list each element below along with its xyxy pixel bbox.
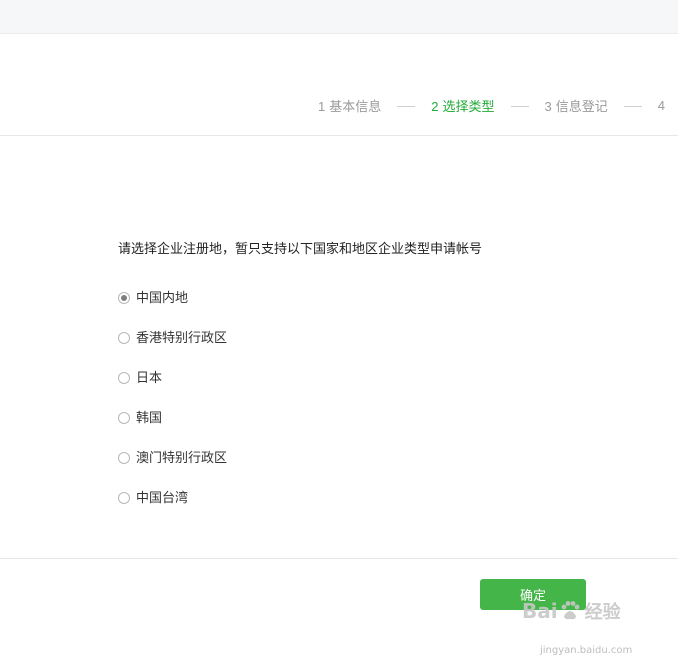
watermark-suffix: 经验 — [584, 602, 621, 623]
watermark-prefix: Bai — [522, 599, 558, 623]
step-4-number: 4 — [657, 97, 665, 113]
top-bar — [0, 0, 678, 34]
radio-option-hongkong[interactable]: 香港特别行政区 — [118, 330, 227, 370]
paw-icon — [561, 601, 580, 620]
step-1: 1 基本信息 — [318, 96, 381, 115]
step-2: 2 选择类型 — [431, 96, 494, 115]
radio-button[interactable] — [118, 292, 130, 304]
footer-divider — [0, 558, 678, 559]
step-separator — [510, 105, 529, 107]
radio-option-japan[interactable]: 日本 — [118, 370, 227, 410]
radio-option-mainland[interactable]: 中国内地 — [118, 290, 227, 330]
radio-label: 日本 — [136, 370, 163, 385]
radio-button[interactable] — [118, 332, 130, 344]
step-progress: 1 基本信息 2 选择类型 3 信息登记 4 — [318, 96, 669, 115]
step-3-label: 信息登记 — [555, 98, 608, 114]
radio-option-taiwan[interactable]: 中国台湾 — [118, 490, 227, 530]
step-separator — [623, 105, 642, 107]
radio-option-korea[interactable]: 韩国 — [118, 410, 227, 450]
watermark-url: jingyan.baidu.com — [540, 645, 633, 656]
radio-button[interactable] — [118, 452, 130, 464]
step-1-number: 1 — [318, 98, 326, 114]
step-2-label: 选择类型 — [442, 98, 495, 114]
radio-label: 中国台湾 — [136, 490, 189, 505]
step-4: 4 — [658, 98, 669, 113]
radio-button[interactable] — [118, 412, 130, 424]
instruction-text: 请选择企业注册地，暂只支持以下国家和地区企业类型申请帐号 — [118, 241, 483, 256]
baidu-watermark: Bai 经验 — [522, 598, 621, 624]
step-3: 3 信息登记 — [545, 96, 608, 115]
radio-label: 中国内地 — [136, 290, 189, 305]
radio-label: 香港特别行政区 — [136, 330, 228, 345]
step-2-number: 2 — [431, 98, 439, 114]
step-3-number: 3 — [544, 98, 552, 114]
radio-button[interactable] — [118, 492, 130, 504]
region-radio-group: 中国内地 香港特别行政区 日本 韩国 澳门特别行政区 中国台湾 — [118, 290, 227, 530]
radio-option-macau[interactable]: 澳门特别行政区 — [118, 450, 227, 490]
step-1-label: 基本信息 — [329, 98, 382, 114]
radio-button[interactable] — [118, 372, 130, 384]
radio-label: 澳门特别行政区 — [136, 450, 228, 465]
step-separator — [397, 105, 416, 107]
header-divider — [0, 135, 678, 136]
radio-label: 韩国 — [136, 410, 163, 425]
